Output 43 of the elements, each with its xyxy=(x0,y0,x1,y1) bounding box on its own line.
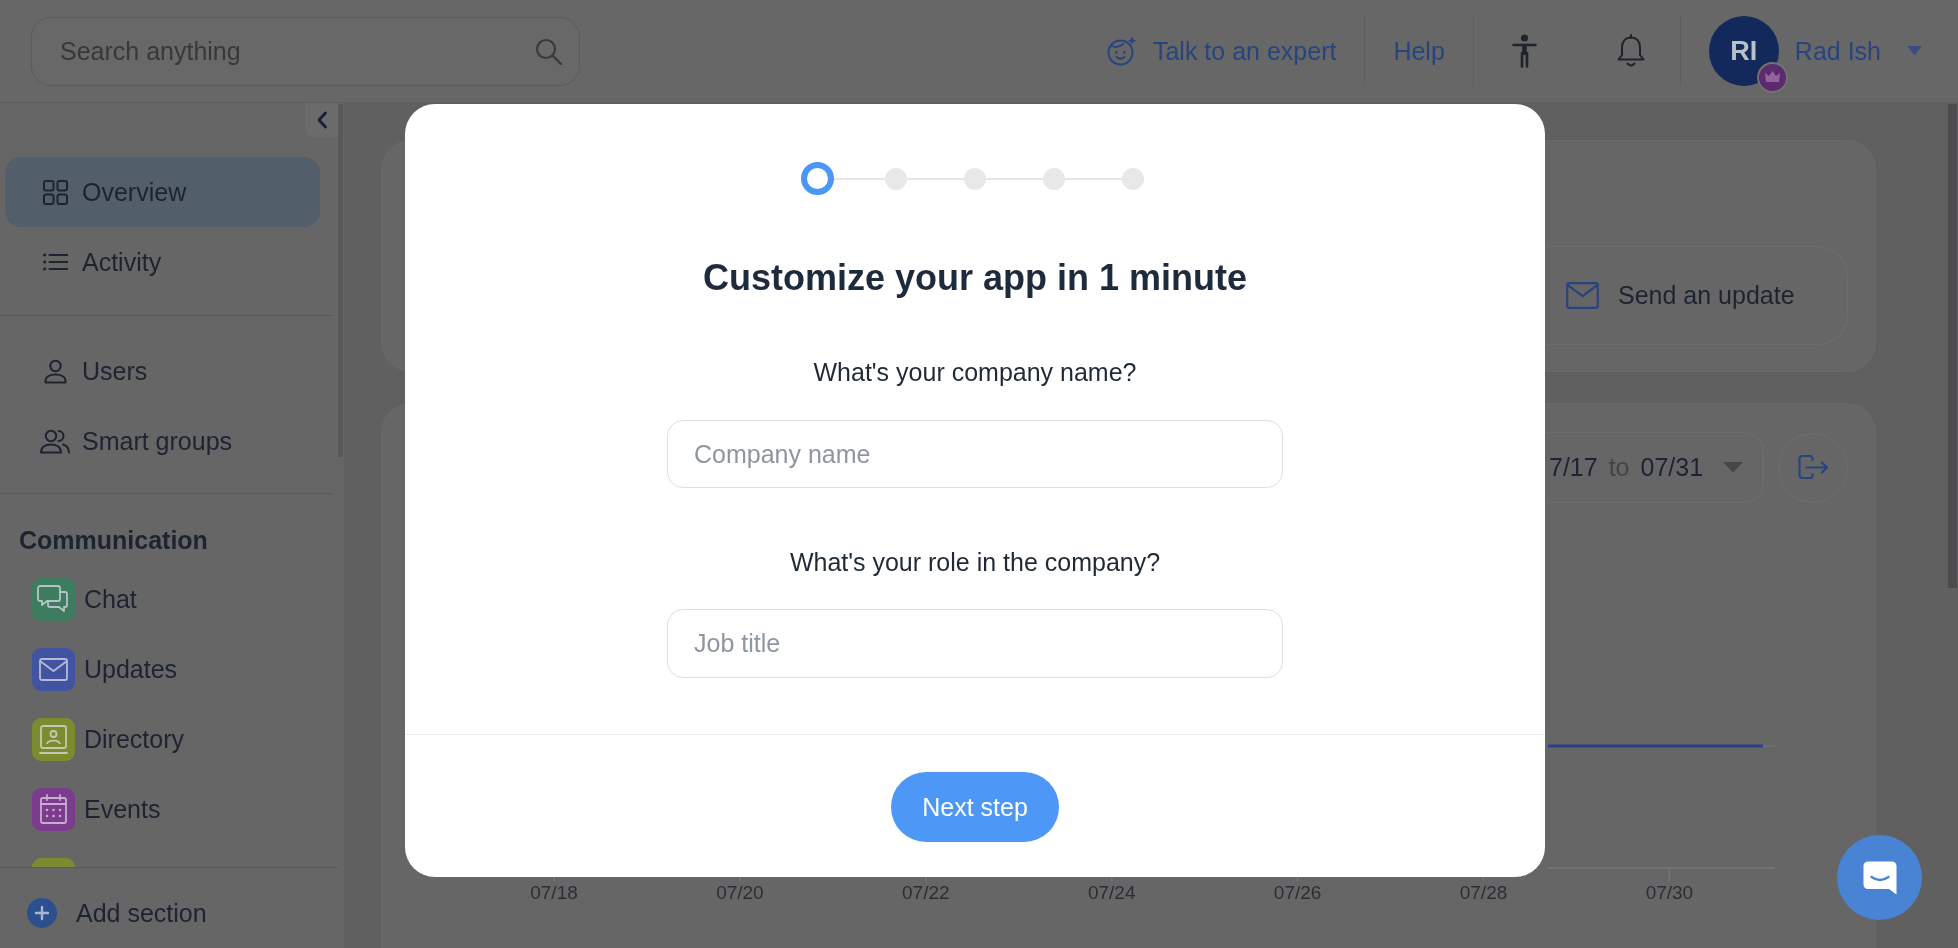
grid-icon xyxy=(43,179,68,205)
user-icon xyxy=(43,358,68,384)
nav-item[interactable]: Chat xyxy=(0,564,325,634)
accessibility-icon[interactable] xyxy=(1511,34,1537,68)
field-question: What's your company name? xyxy=(813,357,1137,387)
user-avatar[interactable]: RI xyxy=(1708,16,1779,86)
dialog-title: Customize your app in 1 minute xyxy=(702,257,1248,299)
next-step-button[interactable]: Next step xyxy=(891,772,1059,842)
collapse-sidebar-button[interactable] xyxy=(305,103,338,137)
axis-label: 07/28 xyxy=(1459,882,1508,903)
chat-bubble-icon xyxy=(1861,859,1898,896)
axis-label: 07/18 xyxy=(530,882,578,903)
axis-label: 07/30 xyxy=(1645,882,1694,903)
input-field[interactable]: Job title xyxy=(667,609,1283,678)
nav-item[interactable]: Overview xyxy=(5,157,320,227)
send-update-button[interactable]: Send an update xyxy=(1546,246,1848,345)
smiley-face-icon xyxy=(1106,36,1137,66)
add-section-button[interactable]: Add section xyxy=(27,898,207,928)
list-icon xyxy=(43,253,68,271)
input-field[interactable]: Company name xyxy=(667,420,1283,488)
user-name[interactable]: Rad Ish xyxy=(1794,36,1881,66)
users-icon xyxy=(40,428,70,454)
axis-label: 07/24 xyxy=(1087,882,1136,903)
bell-icon[interactable] xyxy=(1616,34,1645,68)
section-heading: Communication xyxy=(18,525,209,556)
nav-item[interactable]: Directory xyxy=(0,704,325,774)
search-icon xyxy=(535,37,562,65)
nav-item[interactable]: Smart groups xyxy=(5,406,320,476)
header-link[interactable]: Talk to an expert xyxy=(1106,36,1337,66)
header-link[interactable]: Help xyxy=(1393,36,1445,66)
plus-circle-icon xyxy=(27,898,57,928)
caret-down-icon xyxy=(1723,462,1744,473)
axis-label: 07/26 xyxy=(1273,882,1322,903)
nav-item[interactable]: Activity xyxy=(5,227,320,297)
nav-item[interactable]: Users xyxy=(5,336,320,406)
crown-badge-icon xyxy=(1756,62,1788,93)
axis-label: 07/20 xyxy=(716,882,764,903)
nav-item[interactable]: Events xyxy=(0,774,325,844)
axis-label: 07/22 xyxy=(902,882,950,903)
nav-item[interactable]: Updates xyxy=(0,634,325,704)
field-question: What's your role in the company? xyxy=(789,547,1161,577)
envelope-icon xyxy=(1566,282,1599,309)
exit-arrow-icon xyxy=(1797,455,1829,480)
